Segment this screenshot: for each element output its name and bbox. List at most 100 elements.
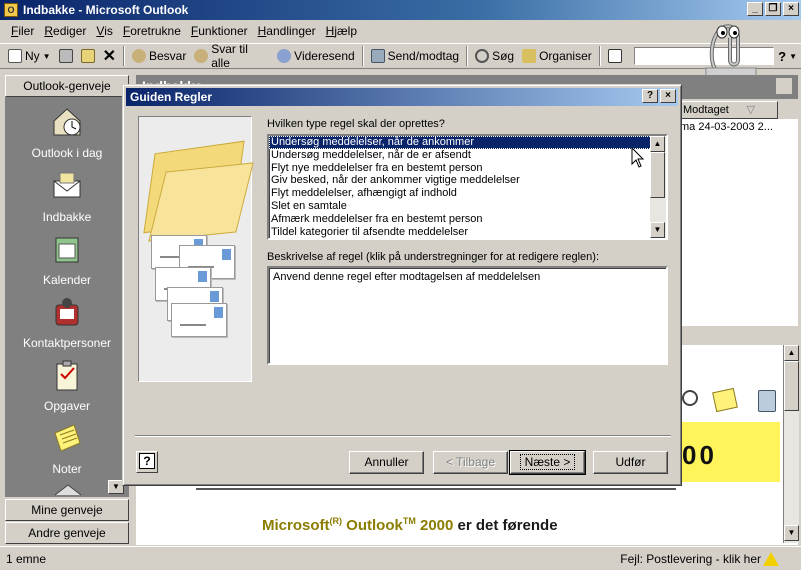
- help-button[interactable]: ? ▼: [774, 45, 801, 67]
- dialog-close-button[interactable]: ×: [660, 89, 676, 103]
- forward-label: Videresend: [294, 49, 355, 63]
- list-scroll-down-button[interactable]: ▼: [650, 222, 665, 238]
- menu-edit[interactable]: Rediger: [39, 24, 91, 38]
- menu-actions[interactable]: Handlinger: [253, 24, 321, 38]
- promo-registered: (R): [329, 516, 343, 526]
- rule-option[interactable]: Flyt meddelelser, afhængigt af indhold: [269, 187, 666, 200]
- close-button[interactable]: ×: [783, 2, 799, 16]
- outlook-bar-header[interactable]: Outlook-genveje: [5, 75, 129, 97]
- new-button[interactable]: Ny ▼: [4, 45, 55, 67]
- find-button[interactable]: Søg: [471, 45, 518, 67]
- outlook-bar-item-notes[interactable]: Noter: [5, 421, 129, 476]
- status-error-link[interactable]: Fejl: Postlevering - klik her: [620, 552, 761, 566]
- scroll-up-button[interactable]: ▲: [784, 345, 799, 361]
- rule-option[interactable]: Tildel kategorier til afsendte meddelels…: [269, 226, 666, 238]
- reply-icon: [132, 49, 146, 63]
- move-to-folder-button[interactable]: [77, 45, 99, 67]
- print-button[interactable]: [55, 45, 77, 67]
- wizard-illustration: [138, 116, 254, 382]
- organize-label: Organiser: [539, 49, 592, 63]
- finish-button[interactable]: Udfør: [593, 451, 668, 474]
- warning-icon[interactable]: [763, 552, 779, 566]
- recycle-bin-icon[interactable]: [758, 390, 776, 412]
- status-bar: 1 emne Fejl: Postlevering - klik her: [0, 546, 801, 570]
- mouse-cursor-icon: [631, 147, 645, 168]
- printer-icon: [58, 49, 73, 63]
- promo-version: 2000: [415, 517, 454, 534]
- journal-icon[interactable]: [53, 483, 83, 497]
- sticky-note-icon[interactable]: [712, 387, 738, 413]
- help-question-icon: ?: [778, 48, 787, 64]
- address-book-button[interactable]: [604, 45, 626, 67]
- outlook-bar-item-label: Kontaktpersoner: [22, 336, 112, 350]
- today-toolbar-icons: [680, 386, 780, 416]
- list-scroll-thumb[interactable]: [650, 152, 665, 198]
- send-receive-label: Send/modtag: [387, 49, 460, 63]
- reply-label: Besvar: [149, 49, 187, 63]
- organize-button[interactable]: Organiser: [518, 45, 596, 67]
- next-button[interactable]: Næste >: [509, 450, 586, 475]
- clock-icon[interactable]: [682, 390, 698, 406]
- rule-option[interactable]: Slet en samtale: [269, 200, 666, 213]
- envelope-illustration: [171, 303, 227, 337]
- rule-option[interactable]: Undersøg meddelelser, når de ankommer: [269, 136, 652, 149]
- menu-file[interactable]: Filer: [6, 24, 39, 38]
- menu-favorites[interactable]: Foretrukne: [118, 24, 186, 38]
- outlook-bar-item-label: Kalender: [42, 273, 92, 287]
- promo-headline: Microsoft(R) OutlookTM 2000 er det føren…: [262, 516, 558, 534]
- rule-option[interactable]: Giv besked, når der ankommer vigtige med…: [269, 174, 666, 187]
- office-assistant-clippy[interactable]: [698, 8, 760, 78]
- pane-splitter[interactable]: [680, 325, 798, 345]
- reply-all-button[interactable]: Svar til alle: [190, 42, 273, 70]
- rule-description-box[interactable]: Anvend denne regel efter modtagelsen af …: [267, 266, 668, 365]
- banner-year-text: 00: [682, 440, 717, 470]
- outlook-bar-item-label: Outlook i dag: [31, 146, 103, 160]
- outlook-bar-item-contacts[interactable]: Kontaktpersoner: [5, 295, 129, 350]
- message-list[interactable]: [680, 119, 798, 325]
- menu-view[interactable]: Vis: [91, 24, 117, 38]
- dialog-title-bar: Guiden Regler ? ×: [126, 88, 678, 106]
- cancel-button[interactable]: Annuller: [349, 451, 424, 474]
- outlook-bar-item-inbox[interactable]: Indbakke: [5, 169, 129, 224]
- message-row-received[interactable]: ma 24-03-2003 2...: [680, 121, 780, 133]
- send-receive-button[interactable]: Send/modtag: [367, 45, 463, 67]
- dialog-help-button[interactable]: ?: [642, 89, 658, 103]
- rule-list-scrollbar[interactable]: ▲ ▼: [650, 136, 666, 238]
- outlook-today-icon: [53, 108, 81, 136]
- promo-tagline: er det førende: [453, 517, 558, 534]
- chevron-down-icon[interactable]: ▼: [789, 52, 797, 61]
- rule-type-listbox[interactable]: Undersøg meddelelser, når de ankommer Un…: [267, 134, 668, 240]
- rule-option[interactable]: Flyt nye meddelelser fra en bestemt pers…: [269, 162, 666, 175]
- outlook-app-icon[interactable]: O: [4, 3, 18, 17]
- delete-button[interactable]: ✕: [99, 45, 120, 67]
- reply-button[interactable]: Besvar: [128, 45, 190, 67]
- chevron-down-icon[interactable]: ▼: [43, 52, 51, 61]
- forward-button[interactable]: Videresend: [273, 45, 359, 67]
- outlook-bar-item-label: Opgaver: [43, 399, 91, 413]
- rule-option[interactable]: Undersøg meddelelser, når de er afsendt: [269, 149, 666, 162]
- folder-illustration-front: [148, 162, 254, 242]
- find-label: Søg: [492, 49, 515, 63]
- menu-help[interactable]: Hjælp: [321, 24, 362, 38]
- group-other-shortcuts[interactable]: Andre genveje: [5, 522, 129, 544]
- scroll-down-button[interactable]: ▼: [784, 525, 799, 541]
- scroll-thumb[interactable]: [784, 361, 799, 411]
- toolbar-separator: [598, 46, 601, 66]
- office-assistant-help-button[interactable]: ?: [136, 451, 158, 473]
- column-header-received[interactable]: Modtaget ▽: [680, 101, 778, 119]
- folder-banner-icon[interactable]: [776, 78, 792, 94]
- calendar-icon: [55, 237, 79, 263]
- menu-tools[interactable]: Funktioner: [186, 24, 253, 38]
- preview-scrollbar[interactable]: ▲ ▼: [783, 345, 799, 543]
- outlook-bar-item-tasks[interactable]: Opgaver: [5, 358, 129, 413]
- tasks-icon: [56, 360, 78, 391]
- restore-button[interactable]: ❐: [765, 2, 781, 16]
- outlook-bar-item-calendar[interactable]: Kalender: [5, 232, 129, 287]
- back-button[interactable]: < Tilbage: [433, 451, 508, 474]
- list-scroll-up-button[interactable]: ▲: [650, 136, 665, 152]
- outlook-bar-item-outlook-today[interactable]: Outlook i dag: [5, 105, 129, 160]
- group-my-shortcuts[interactable]: Mine genveje: [5, 499, 129, 521]
- reply-all-icon: [194, 49, 209, 63]
- rule-option[interactable]: Afmærk meddelelser fra en bestemt person: [269, 213, 666, 226]
- rules-wizard-dialog: Guiden Regler ? × Hvilken type regel ska…: [122, 84, 682, 486]
